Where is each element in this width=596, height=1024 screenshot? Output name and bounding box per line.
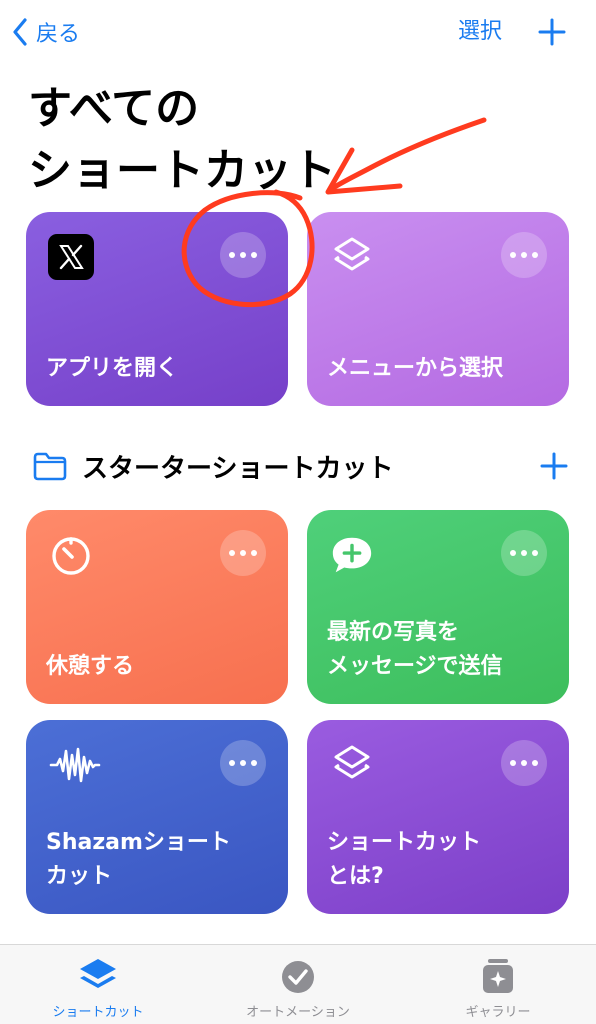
shortcut-card-what-is[interactable]: ショートカット とは? (307, 720, 569, 914)
add-shortcut-button[interactable] (534, 14, 570, 50)
gallery-sparkle-icon (483, 959, 513, 993)
page-title: すべての ショートカット (28, 83, 336, 196)
card-title: メニューから選択 (327, 356, 504, 381)
card-title: ショートカット とは? (327, 830, 482, 889)
shortcuts-stack-icon (80, 959, 116, 988)
tab-shortcuts[interactable]: ショートカット (18, 957, 178, 1020)
card-title: 休憩する (46, 654, 135, 679)
tab-label: オートメーション (246, 1005, 350, 1020)
layers-icon (329, 742, 375, 788)
shortcut-card-open-app[interactable]: アプリを開く (26, 212, 288, 406)
back-label: 戻る (36, 22, 81, 47)
more-options-button[interactable] (220, 530, 266, 576)
more-options-button[interactable] (501, 232, 547, 278)
more-options-button[interactable] (220, 232, 266, 278)
add-starter-button[interactable] (536, 448, 572, 484)
select-button[interactable]: 選択 (458, 14, 502, 50)
shortcut-card-take-break[interactable]: 休憩する (26, 510, 288, 704)
card-title: 最新の写真を メッセージで送信 (327, 620, 503, 679)
shortcut-card-send-photo[interactable]: 最新の写真を メッセージで送信 (307, 510, 569, 704)
tab-automation[interactable]: オートメーション (218, 957, 378, 1020)
automation-check-icon (282, 961, 314, 993)
shortcut-card-choose-menu[interactable]: メニューから選択 (307, 212, 569, 406)
tab-bar: ショートカット オートメーション ギャラリー (0, 944, 596, 1024)
timer-icon (48, 532, 94, 578)
back-button[interactable]: 戻る (12, 14, 80, 50)
card-title: Shazamショート カット (46, 830, 231, 889)
card-title: アプリを開く (46, 356, 179, 381)
section-title: スターターショートカット (82, 453, 394, 484)
x-app-icon (48, 234, 94, 280)
folder-icon (33, 452, 67, 481)
more-options-button[interactable] (501, 740, 547, 786)
chevron-left-icon (13, 18, 27, 46)
shortcut-card-shazam[interactable]: Shazamショート カット (26, 720, 288, 914)
starter-shortcuts-header: スターターショートカット (32, 446, 393, 486)
layers-icon (329, 234, 375, 280)
plus-icon (538, 18, 566, 46)
tab-gallery[interactable]: ギャラリー (418, 957, 578, 1020)
message-plus-icon (329, 532, 375, 578)
waveform-icon (48, 742, 102, 788)
more-options-button[interactable] (220, 740, 266, 786)
plus-icon (540, 452, 568, 480)
tab-label: ショートカット (52, 1005, 144, 1020)
tab-label: ギャラリー (465, 1005, 531, 1020)
more-options-button[interactable] (501, 530, 547, 576)
